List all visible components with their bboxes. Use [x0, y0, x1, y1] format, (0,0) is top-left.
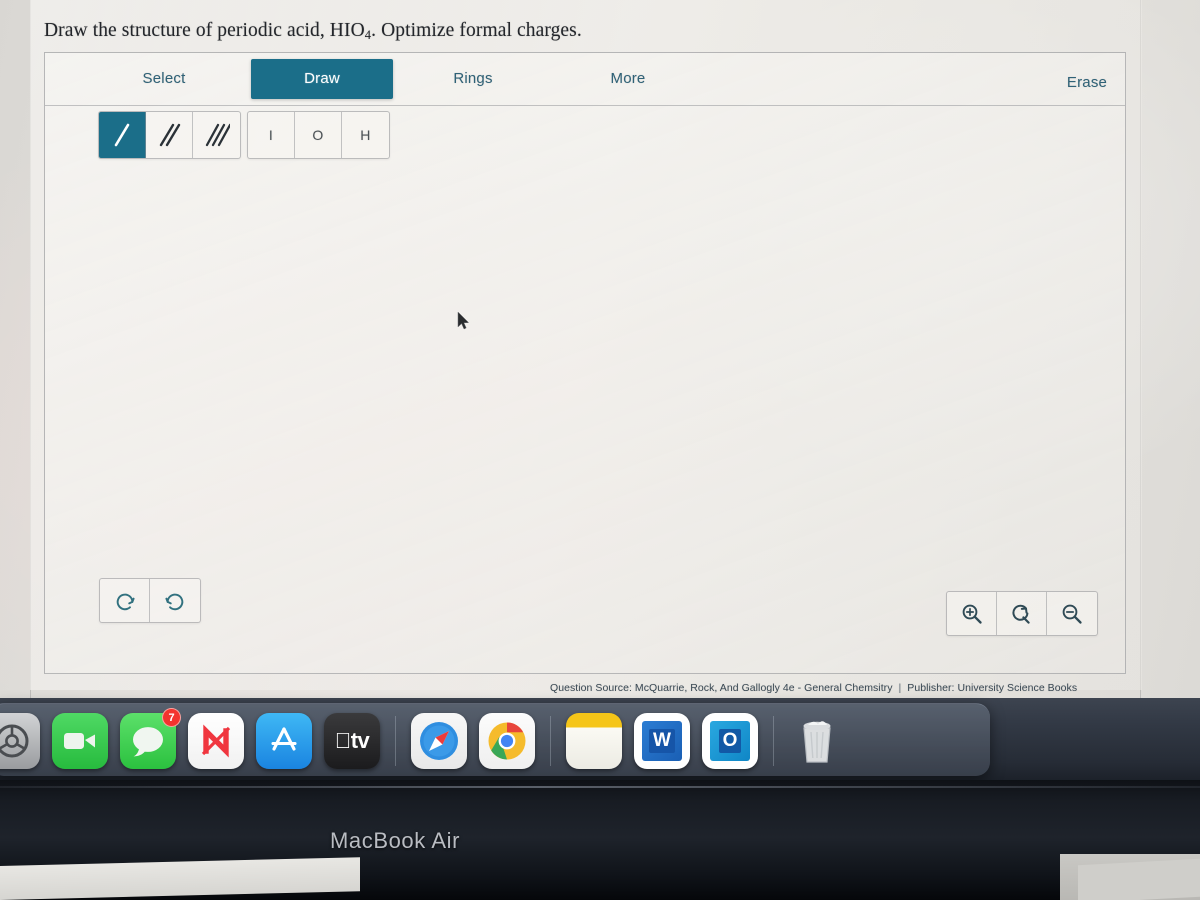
element-button-iodine[interactable]: I [248, 112, 295, 158]
news-n-icon [201, 724, 231, 758]
outlook-letter: O [718, 729, 742, 753]
question-prompt: Draw the structure of periodic acid, HIO… [44, 20, 1044, 43]
chemistry-question-page: Draw the structure of periodic acid, HIO… [30, 0, 1142, 694]
microsoft-word-icon[interactable]: W [634, 713, 690, 769]
messages-badge: 7 [162, 708, 181, 727]
tab-rings[interactable]: Rings [393, 59, 553, 99]
system-preferences-icon[interactable] [0, 713, 40, 769]
element-label-oxygen: O [312, 127, 324, 143]
laptop-screen: Draw the structure of periodic acid, HIO… [0, 0, 1200, 698]
bezel-highlight [0, 786, 1200, 788]
double-bond-button[interactable] [146, 112, 193, 158]
news-icon[interactable] [188, 713, 244, 769]
element-button-hydrogen[interactable]: H [342, 112, 389, 158]
mouse-cursor [457, 311, 470, 330]
dock-separator-3 [773, 716, 774, 766]
outlook-tile: O [710, 721, 750, 761]
credit-source: Question Source: McQuarrie, Rock, And Ga… [550, 682, 893, 694]
apple-tv-label: tv [335, 728, 370, 753]
history-button-group [99, 578, 201, 623]
tab-more[interactable]: More [553, 59, 703, 99]
redo-icon [165, 593, 184, 610]
laptop-photo: Draw the structure of periodic acid, HIO… [0, 0, 1200, 900]
zoom-button-group [946, 591, 1098, 636]
tab-select[interactable]: Select [77, 59, 251, 99]
editor-tool-row: I O H [45, 105, 1125, 173]
credit-publisher: Publisher: University Science Books [907, 682, 1078, 694]
word-tile: W [642, 721, 682, 761]
dock-separator-1 [395, 716, 396, 766]
element-button-oxygen[interactable]: O [295, 112, 342, 158]
double-bond-icon [159, 123, 181, 147]
chrome-logo-icon [488, 722, 526, 760]
bond-tool-group [98, 111, 241, 159]
app-store-icon[interactable] [256, 713, 312, 769]
zoom-in-button[interactable] [947, 592, 997, 635]
question-source-credit: Question Source: McQuarrie, Rock, And Ga… [550, 682, 1200, 694]
undo-button[interactable] [100, 579, 150, 622]
question-text-prefix: Draw the structure of periodic acid, HIO [44, 20, 365, 41]
redo-button[interactable] [150, 579, 200, 622]
element-tool-group: I O H [247, 111, 390, 159]
zoom-out-button[interactable] [1047, 592, 1097, 635]
single-bond-icon [114, 123, 130, 147]
zoom-out-icon [1062, 604, 1082, 624]
undo-icon [116, 593, 135, 610]
app-store-a-icon [271, 727, 297, 751]
question-text-suffix: . Optimize formal charges. [371, 20, 582, 41]
chrome-icon[interactable] [479, 713, 535, 769]
speech-bubble-icon [133, 727, 163, 757]
zoom-reset-icon [1011, 604, 1030, 624]
dock-icons: 7 tv [0, 706, 851, 776]
editor-tab-strip: Select Draw Rings More Erase [45, 53, 1125, 106]
facetime-icon[interactable] [52, 713, 108, 769]
zoom-in-icon [962, 604, 982, 624]
dock-separator-2 [550, 716, 551, 766]
credit-separator: | [898, 682, 902, 694]
triple-bond-button[interactable] [193, 112, 240, 158]
zoom-reset-button[interactable] [997, 592, 1047, 635]
safari-icon[interactable] [411, 713, 467, 769]
apple-tv-icon[interactable]: tv [324, 713, 380, 769]
molecule-editor: Select Draw Rings More Erase I O H [44, 52, 1126, 674]
notes-icon[interactable] [566, 713, 622, 769]
trash-icon[interactable] [789, 713, 845, 769]
desk-bottom-right-highlight [1078, 858, 1200, 900]
gear-icon [0, 724, 29, 758]
erase-button[interactable]: Erase [1007, 65, 1167, 101]
microsoft-outlook-icon[interactable]: O [702, 713, 758, 769]
compass-icon [420, 722, 458, 760]
word-letter: W [649, 729, 675, 753]
trash-can-icon [803, 721, 831, 763]
laptop-brand-label: MacBook Air [329, 828, 461, 853]
element-label-hydrogen: H [360, 127, 371, 143]
messages-icon[interactable]: 7 [120, 708, 181, 769]
single-bond-button[interactable] [99, 112, 146, 158]
tab-draw[interactable]: Draw [251, 59, 393, 99]
element-label-iodine: I [268, 127, 274, 143]
triple-bond-icon [205, 123, 230, 147]
video-camera-icon [64, 733, 95, 749]
